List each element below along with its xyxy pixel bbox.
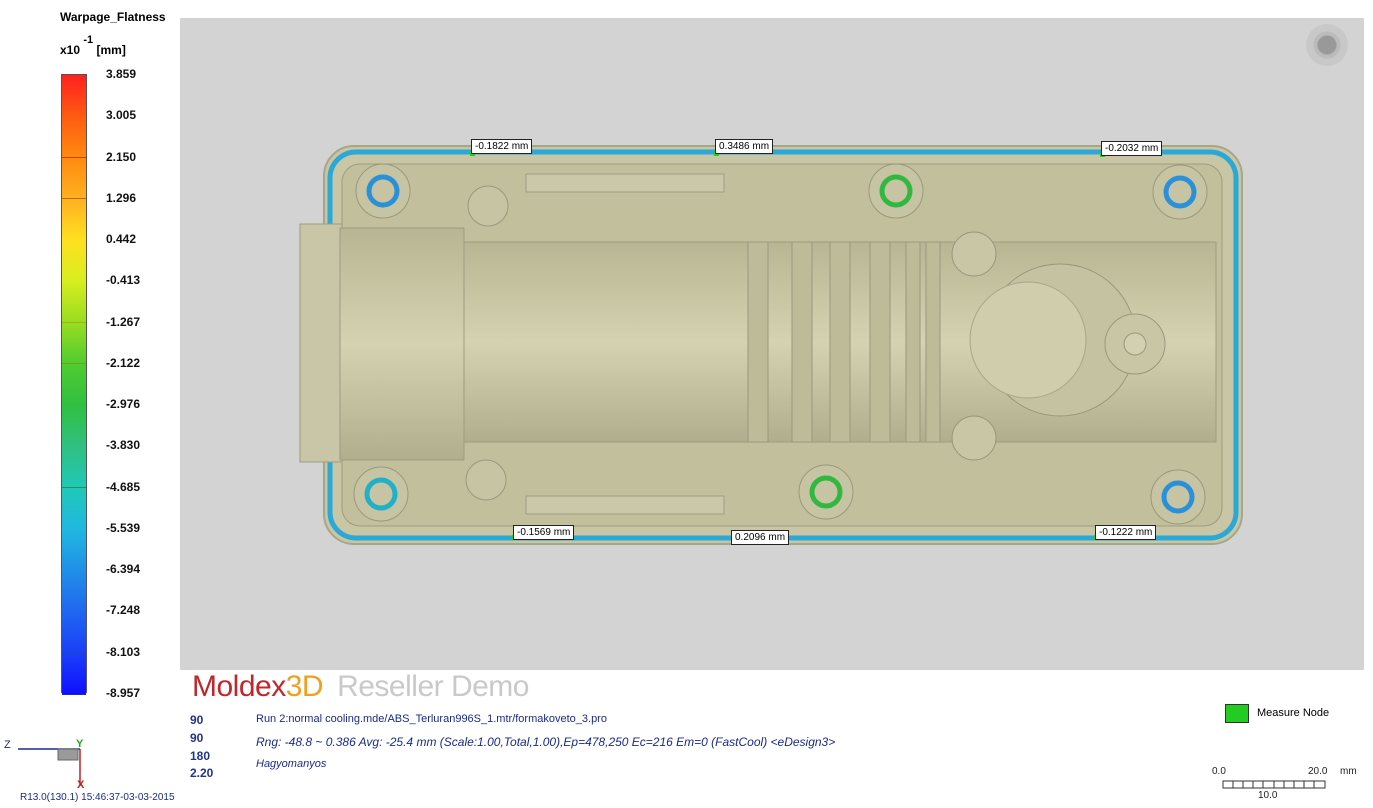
color-scale-segment xyxy=(62,198,86,241)
color-scale-tick: -2.976 xyxy=(106,397,141,412)
axis-triad: Z Y X xyxy=(0,736,100,796)
measure-node-label: Measure Node xyxy=(1257,707,1330,719)
color-scale-segment xyxy=(62,405,86,447)
scale-end: 20.0 xyxy=(1308,766,1328,777)
measure-node-swatch xyxy=(1225,704,1249,723)
brand-watermark: Moldex3D Reseller Demo xyxy=(192,670,529,703)
author-info: Hagyomanyos xyxy=(256,758,327,770)
color-scale-tick: -1.267 xyxy=(106,314,141,329)
color-scale-tick: -8.957 xyxy=(106,686,141,700)
scale-start: 0.0 xyxy=(1212,766,1226,777)
color-scale-bar xyxy=(61,74,87,695)
view-angle-1: 90 xyxy=(190,713,204,727)
scale-bar: 0.0 20.0 mm 10.0 xyxy=(1212,766,1360,802)
view-angle-3: 180 xyxy=(190,749,211,763)
run-info: Run 2:normal cooling.mde/ABS_Terluran996… xyxy=(256,713,607,725)
color-scale-tick: 3.859 xyxy=(106,67,137,81)
color-scale-tick: -6.394 xyxy=(106,562,141,577)
scale-ruler xyxy=(1222,780,1326,789)
color-scale-tick: 1.296 xyxy=(106,190,137,205)
axis-y-label: Y xyxy=(76,738,84,750)
color-scale-tick: -2.122 xyxy=(106,355,141,370)
part-model xyxy=(299,145,1243,545)
color-scale-segment xyxy=(62,75,86,117)
footer-version: R13.0(130.1) 15:46:37-03-03-2015 xyxy=(20,792,175,803)
color-scale-tick: -7.248 xyxy=(106,603,141,618)
view-angle-2: 90 xyxy=(190,731,204,745)
color-scale-tick: -4.685 xyxy=(106,479,141,494)
axis-x-label: X xyxy=(77,779,85,791)
measure-label[interactable]: 0.2096 mm xyxy=(731,530,790,545)
color-scale-tick: -0.413 xyxy=(106,273,141,288)
axis-z-label: Z xyxy=(4,739,11,751)
color-scale-segment xyxy=(62,240,86,282)
color-scale-segment xyxy=(62,157,86,200)
scale-unit: mm xyxy=(1340,766,1357,777)
measure-label[interactable]: 0.3486 mm xyxy=(715,139,774,154)
color-scale-segment xyxy=(62,528,86,571)
legend-unit: x10 -1 [mm] xyxy=(60,34,126,57)
color-scale-segment xyxy=(62,116,86,159)
color-scale-segment xyxy=(62,363,86,406)
color-scale-tick: -3.830 xyxy=(106,438,141,453)
measure-label[interactable]: -0.2032 mm xyxy=(1101,141,1163,156)
measure-label[interactable]: -0.1222 mm xyxy=(1095,525,1157,540)
measure-label[interactable]: -0.1569 mm xyxy=(513,525,575,540)
color-scale-tick: 0.442 xyxy=(106,232,137,247)
color-scale-tick: 2.150 xyxy=(106,149,137,164)
color-scale-segment xyxy=(62,446,86,489)
3d-viewport[interactable]: -0.1822 mm 0.3486 mm -0.2032 mm -0.1569 … xyxy=(180,18,1364,670)
color-scale-tick: -5.539 xyxy=(106,520,141,535)
color-scale-segment xyxy=(62,611,86,654)
color-scale-segment xyxy=(62,652,86,695)
color-scale-segment xyxy=(62,322,86,365)
legend-title: Warpage_Flatness xyxy=(60,10,166,24)
color-scale-segment xyxy=(62,487,86,530)
scale-mid: 10.0 xyxy=(1258,790,1278,801)
measure-label[interactable]: -0.1822 mm xyxy=(471,139,533,154)
color-scale-segment xyxy=(62,570,86,613)
range-info: Rng: -48.8 ~ 0.386 Avg: -25.4 mm (Scale:… xyxy=(256,735,836,749)
view-zoom: 2.20 xyxy=(190,766,214,780)
color-scale-segment xyxy=(62,281,86,324)
color-scale-tick: 3.005 xyxy=(106,108,137,123)
color-scale-tick: -8.103 xyxy=(106,644,141,659)
